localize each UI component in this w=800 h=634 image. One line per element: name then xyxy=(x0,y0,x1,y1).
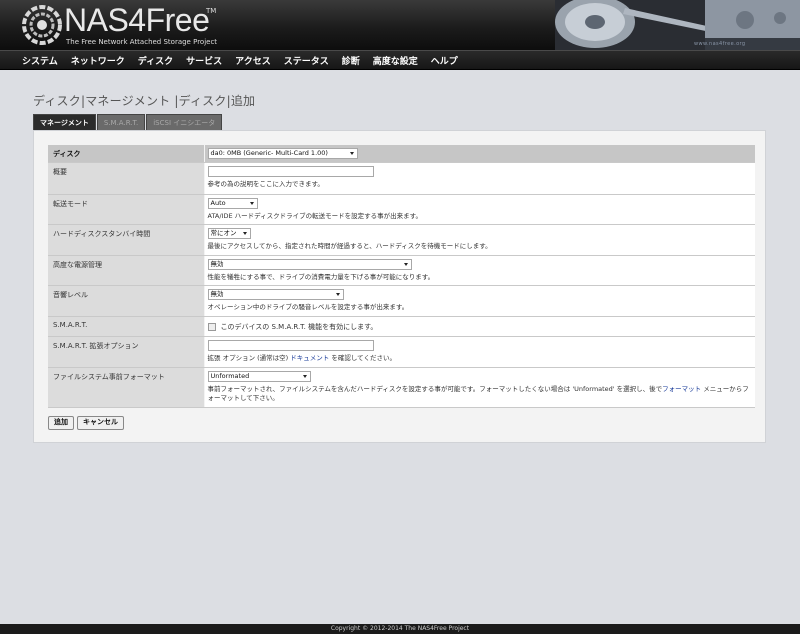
cancel-button[interactable]: キャンセル xyxy=(77,416,124,430)
standby-select[interactable]: 常にオン xyxy=(207,228,251,239)
nav-services[interactable]: サービス xyxy=(186,54,222,67)
row-disk: ディスク da0: 0MB (Generic- Multi-Card 1.00) xyxy=(48,145,755,163)
transfer-mode-select[interactable]: Auto xyxy=(207,198,258,209)
main-nav: システム ネットワーク ディスク サービス アクセス ステータス 診断 高度な設… xyxy=(0,50,800,70)
row-transfer-mode: 転送モード Auto ATA/IDE ハードディスクドライブの転送モードを設定す… xyxy=(48,194,755,225)
disk-select[interactable]: da0: 0MB (Generic- Multi-Card 1.00) xyxy=(207,148,358,159)
row-apm: 高度な電源管理 無効 性能を犠牲にする事で、ドライブの消費電力量を下げる事が可能… xyxy=(48,255,755,286)
footer: Copyright © 2012-2014 The NAS4Free Proje… xyxy=(0,624,800,634)
acoustic-select[interactable]: 無効 xyxy=(207,289,344,300)
disk-add-form: ディスク da0: 0MB (Generic- Multi-Card 1.00)… xyxy=(48,145,755,408)
chevron-down-icon xyxy=(349,152,354,155)
chevron-down-icon xyxy=(242,232,247,235)
trademark: TM xyxy=(206,7,217,15)
preformat-select[interactable]: Unformated xyxy=(207,371,311,382)
smart-label: S.M.A.R.T. xyxy=(48,316,205,337)
chevron-down-icon xyxy=(335,293,340,296)
row-smart: S.M.A.R.T. このデバイスの S.M.A.R.T. 機能を有効にします。 xyxy=(48,316,755,337)
smart-ext-input[interactable] xyxy=(207,340,374,351)
nas4free-logo-icon xyxy=(22,5,62,45)
description-input[interactable] xyxy=(207,166,374,177)
chevron-down-icon xyxy=(302,375,307,378)
content-panel: ディスク da0: 0MB (Generic- Multi-Card 1.00)… xyxy=(33,130,766,443)
acoustic-value: 無効 xyxy=(210,290,224,298)
apm-select[interactable]: 無効 xyxy=(207,259,412,270)
nav-disks[interactable]: ディスク xyxy=(138,54,173,67)
chevron-down-icon xyxy=(403,263,408,266)
brand-name: NAS4Free xyxy=(64,2,210,38)
apm-value: 無効 xyxy=(210,260,224,268)
nav-system[interactable]: システム xyxy=(22,54,58,67)
smart-ext-help-post: を確認してください。 xyxy=(329,354,396,362)
copyright: Copyright © 2012-2014 The NAS4Free Proje… xyxy=(330,625,470,632)
preformat-label: ファイルシステム事前フォーマット xyxy=(48,367,205,408)
tab-management[interactable]: マネージメント xyxy=(33,114,96,130)
tab-bar: マネージメント S.M.A.R.T. iSCSI イニシエータ xyxy=(33,114,223,130)
add-button[interactable]: 追加 xyxy=(48,416,74,430)
tagline: The Free Network Attached Storage Projec… xyxy=(66,38,218,46)
watermark: www.nas4free.org xyxy=(694,41,746,47)
nav-network[interactable]: ネットワーク xyxy=(71,54,125,67)
preformat-value: Unformated xyxy=(210,372,250,380)
transfer-mode-label: 転送モード xyxy=(48,194,205,225)
smart-checkbox[interactable] xyxy=(207,323,216,331)
disk-label: ディスク xyxy=(48,145,205,163)
apm-label: 高度な電源管理 xyxy=(48,255,205,286)
nav-help[interactable]: ヘルプ xyxy=(431,54,458,67)
header: NAS4Free TM The Free Network Attached St… xyxy=(0,0,800,50)
standby-help: 最後にアクセスしてから、指定された時間が経過すると、ハードディスクを待機モードに… xyxy=(207,242,492,250)
transfer-mode-value: Auto xyxy=(210,199,226,207)
acoustic-label: 音響レベル xyxy=(48,285,205,317)
transfer-mode-help: ATA/IDE ハードディスクドライブの転送モードを設定する事が出来ます。 xyxy=(207,212,423,220)
format-link[interactable]: フォーマット xyxy=(662,385,701,393)
documentation-link[interactable]: ドキュメント xyxy=(290,354,329,362)
description-help: 参考の為の説明をここに入力できます。 xyxy=(207,180,324,188)
hard-drive-image xyxy=(555,0,800,50)
nav-status[interactable]: ステータス xyxy=(284,54,329,67)
form-buttons: 追加 キャンセル xyxy=(48,416,127,430)
preformat-help: 事前フォーマットされ、ファイルシステムを含んだハードディスクを設定する事が可能で… xyxy=(208,385,753,403)
page-title: ディスク|マネージメント |ディスク|追加 xyxy=(33,94,256,108)
tab-smart[interactable]: S.M.A.R.T. xyxy=(96,114,146,130)
nav-access[interactable]: アクセス xyxy=(235,54,271,67)
row-acoustic: 音響レベル 無効 オペレーション中のドライブの騒音レベルを設定する事が出来ます。 xyxy=(48,285,755,317)
description-label: 概要 xyxy=(48,162,205,195)
smart-ext-help: 拡張 オプション (通常は空) ドキュメント を確認してください。 xyxy=(208,354,753,363)
standby-value: 常にオン xyxy=(210,229,237,237)
row-standby: ハードディスクスタンバイ時間 常にオン 最後にアクセスしてから、指定された時間が… xyxy=(48,224,755,256)
row-description: 概要 参考の為の説明をここに入力できます。 xyxy=(48,162,755,195)
nav-advanced[interactable]: 高度な設定 xyxy=(373,54,418,67)
nav-diagnostics[interactable]: 診断 xyxy=(342,54,360,67)
disk-select-value: da0: 0MB (Generic- Multi-Card 1.00) xyxy=(210,149,328,157)
row-smart-ext: S.M.A.R.T. 拡張オプション 拡張 オプション (通常は空) ドキュメン… xyxy=(48,336,755,368)
row-preformat: ファイルシステム事前フォーマット Unformated 事前フォーマットされ、フ… xyxy=(48,367,755,408)
standby-label: ハードディスクスタンバイ時間 xyxy=(48,224,205,256)
tab-iscsi-initiator[interactable]: iSCSI イニシエータ xyxy=(146,114,223,130)
apm-help: 性能を犠牲にする事で、ドライブの消費電力量を下げる事が可能になります。 xyxy=(207,273,435,281)
smart-ext-help-pre: 拡張 オプション (通常は空) xyxy=(207,354,291,362)
chevron-down-icon xyxy=(249,202,254,205)
smart-ext-label: S.M.A.R.T. 拡張オプション xyxy=(48,336,205,368)
smart-checkbox-label: このデバイスの S.M.A.R.T. 機能を有効にします。 xyxy=(220,323,378,331)
preformat-help-pre: 事前フォーマットされ、ファイルシステムを含んだハードディスクを設定する事が可能で… xyxy=(207,385,663,393)
acoustic-help: オペレーション中のドライブの騒音レベルを設定する事が出来ます。 xyxy=(207,303,409,311)
